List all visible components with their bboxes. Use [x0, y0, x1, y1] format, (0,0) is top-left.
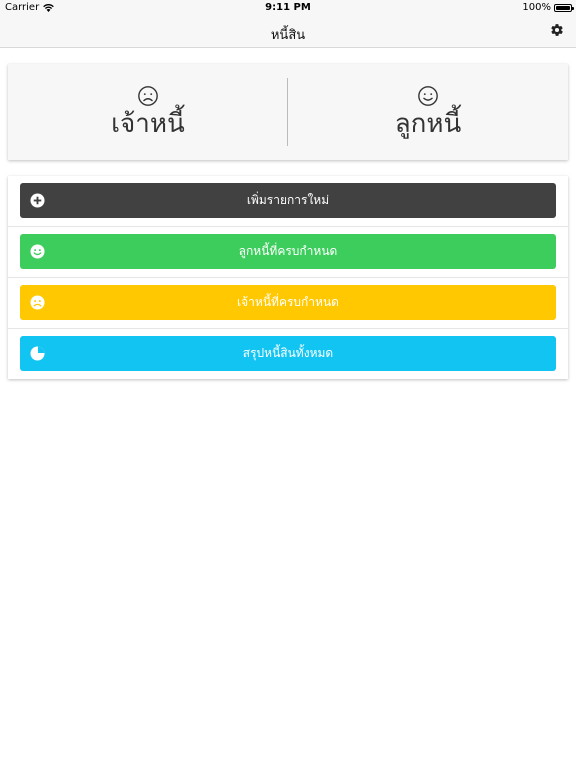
- sad-face-icon: [138, 86, 158, 106]
- add-new-item-button[interactable]: เพิ่มรายการใหม่: [20, 183, 556, 218]
- settings-button[interactable]: [548, 21, 566, 39]
- debtor-label: ลูกหนี้: [394, 109, 462, 139]
- happy-face-icon: [418, 86, 438, 106]
- action-list: เพิ่มรายการใหม่ ลูกหนี้ที่ครบกำหนด เจ้าห…: [8, 176, 568, 379]
- list-item: เพิ่มรายการใหม่: [8, 176, 568, 227]
- status-bar: Carrier 9:11 PM 100%: [0, 0, 576, 16]
- add-new-item-label: เพิ่มรายการใหม่: [246, 193, 330, 207]
- battery-percent: 100%: [522, 2, 551, 13]
- happy-face-icon: [30, 244, 45, 259]
- list-item: สรุปหนี้สินทั้งหมด: [8, 329, 568, 380]
- debtors-due-label: ลูกหนี้ที่ครบกำหนด: [238, 244, 338, 258]
- battery-status: 100%: [522, 2, 574, 13]
- page-title: หนี้สิน: [270, 28, 306, 43]
- gear-icon: [551, 24, 563, 36]
- status-time: 9:11 PM: [265, 2, 311, 13]
- debtor-summary[interactable]: ลูกหนี้: [288, 64, 568, 160]
- debt-summary-label: สรุปหนี้สินทั้งหมด: [242, 346, 334, 360]
- creditor-summary[interactable]: เจ้าหนี้: [8, 64, 288, 160]
- creditors-due-button[interactable]: เจ้าหนี้ที่ครบกำหนด: [20, 285, 556, 320]
- list-item: เจ้าหนี้ที่ครบกำหนด: [8, 278, 568, 329]
- summary-card: เจ้าหนี้ ลูกหนี้: [8, 64, 568, 160]
- sad-face-icon: [30, 295, 45, 310]
- battery-icon: [554, 3, 574, 12]
- navigation-bar: หนี้สิน: [0, 16, 576, 48]
- creditor-label: เจ้าหนี้: [111, 109, 185, 139]
- creditors-due-label: เจ้าหนี้ที่ครบกำหนด: [237, 295, 339, 309]
- debtors-due-button[interactable]: ลูกหนี้ที่ครบกำหนด: [20, 234, 556, 269]
- plus-circle-icon: [30, 193, 45, 208]
- list-item: ลูกหนี้ที่ครบกำหนด: [8, 227, 568, 278]
- pie-chart-icon: [30, 346, 45, 361]
- debt-summary-button[interactable]: สรุปหนี้สินทั้งหมด: [20, 336, 556, 371]
